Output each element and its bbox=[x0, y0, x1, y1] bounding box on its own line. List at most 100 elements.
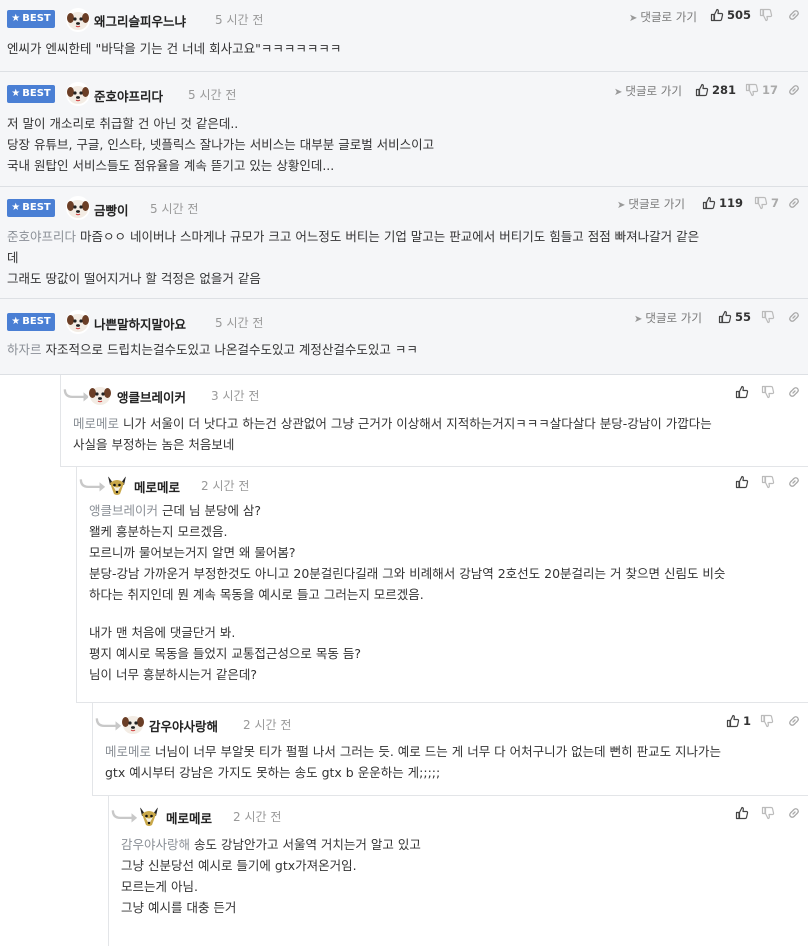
avatar[interactable] bbox=[66, 8, 90, 32]
upvote-count: 281 bbox=[712, 83, 737, 97]
avatar[interactable] bbox=[66, 310, 90, 334]
downvote-button[interactable] bbox=[759, 8, 773, 22]
downvote-button[interactable]: 7 bbox=[754, 196, 779, 210]
mentioned-user[interactable]: 앵클브레이커 bbox=[89, 503, 158, 518]
comment-line: 님이 너무 흥분하시는거 같은데? bbox=[89, 667, 258, 682]
upvote-button[interactable]: 119 bbox=[702, 196, 743, 210]
copy-link-button[interactable] bbox=[787, 385, 801, 399]
comment-time: 5 시간 전 bbox=[188, 88, 237, 102]
thumbs-up-icon bbox=[735, 806, 749, 820]
thumbs-up-icon bbox=[735, 475, 749, 489]
upvote-button[interactable] bbox=[735, 806, 749, 820]
comment-author[interactable]: 금빵이 bbox=[94, 200, 129, 219]
comment-line: gtx 예시부터 강남은 가지도 못하는 송도 gtx b 운운하는 게;;;;… bbox=[105, 765, 441, 780]
navigate-arrow-icon: ➤ bbox=[629, 13, 638, 24]
upvote-button[interactable]: 281 bbox=[695, 83, 736, 97]
comment-line: 앵클브레이커 근데 님 분당에 삼? bbox=[89, 503, 262, 518]
avatar[interactable] bbox=[66, 82, 90, 106]
go-to-reply-link[interactable]: ➤ 댓글로 가기 bbox=[614, 83, 682, 99]
comment-best-3: ★ BEST 금빵이 5 시간 전 ➤ 댓글로 가기 119 7 준호야프리다 마즘ㅇ… bbox=[0, 187, 808, 299]
upvote-button[interactable]: 505 bbox=[710, 8, 751, 22]
thumbs-up-icon bbox=[718, 310, 732, 324]
copy-link-button[interactable] bbox=[787, 8, 801, 22]
navigate-arrow-icon: ➤ bbox=[617, 200, 626, 211]
downvote-button[interactable] bbox=[760, 714, 774, 728]
star-icon: ★ bbox=[11, 13, 21, 24]
thumbs-down-icon bbox=[761, 385, 775, 399]
comment-author[interactable]: 나쁜말하지말아요 bbox=[94, 314, 186, 333]
go-to-reply-link[interactable]: ➤ 댓글로 가기 bbox=[617, 196, 685, 212]
downvote-button[interactable] bbox=[761, 310, 775, 324]
reply-arrow-icon bbox=[79, 477, 107, 493]
thumbs-down-icon bbox=[761, 806, 775, 820]
go-to-reply-link[interactable]: ➤ 댓글로 가기 bbox=[629, 9, 697, 25]
copy-link-button[interactable] bbox=[787, 806, 801, 820]
avatar[interactable] bbox=[66, 196, 90, 220]
reply-arrow-icon bbox=[111, 808, 139, 824]
downvote-button[interactable]: 17 bbox=[745, 83, 778, 97]
link-icon bbox=[787, 714, 801, 728]
mentioned-user[interactable]: 하자르 bbox=[7, 342, 42, 357]
comment-line: 메로메로 너님이 너무 부알못 티가 펄펄 나서 그러는 듯. 예로 드는 게 너… bbox=[105, 744, 722, 759]
mentioned-user[interactable]: 준호야프리다 bbox=[7, 229, 76, 244]
comment-time: 3 시간 전 bbox=[211, 389, 260, 403]
avatar[interactable] bbox=[137, 804, 161, 828]
downvote-count: 7 bbox=[771, 196, 780, 210]
avatar[interactable] bbox=[105, 473, 129, 497]
comment-author[interactable]: 메로메로 bbox=[134, 477, 180, 496]
go-to-reply-link[interactable]: ➤ 댓글로 가기 bbox=[634, 310, 702, 326]
comment-author[interactable]: 왜그리슬피우느냐 bbox=[94, 11, 186, 30]
upvote-button[interactable] bbox=[735, 475, 749, 489]
copy-link-button[interactable] bbox=[787, 196, 801, 210]
reply-comment-3: 감우야사랑해 2 시간 전 1 메로메로 너님이 너무 부알못 티가 펄펄 나서 … bbox=[92, 703, 808, 796]
comment-line: 저 말이 개소리로 취급할 건 아닌 것 같은데.. bbox=[7, 116, 239, 131]
best-badge: ★ BEST bbox=[7, 199, 55, 217]
upvote-count: 119 bbox=[719, 196, 744, 210]
comment-time: 5 시간 전 bbox=[215, 316, 264, 330]
thumbs-down-icon bbox=[761, 310, 775, 324]
comment-line: 그냥 예시를 대충 든거 bbox=[121, 900, 237, 915]
downvote-button[interactable] bbox=[761, 475, 775, 489]
comment-time: 2 시간 전 bbox=[243, 718, 292, 732]
link-icon bbox=[787, 8, 801, 22]
comment-line: 왤케 흥분하는지 모르겠음. bbox=[89, 524, 228, 539]
comment-author[interactable]: 앵클브레이커 bbox=[117, 387, 186, 406]
comment-author[interactable]: 메로메로 bbox=[166, 808, 212, 827]
mentioned-user[interactable]: 메로메로 bbox=[105, 744, 151, 759]
upvote-button[interactable] bbox=[735, 385, 749, 399]
downvote-button[interactable] bbox=[761, 385, 775, 399]
best-badge: ★ BEST bbox=[7, 10, 55, 28]
thumbs-up-icon bbox=[695, 83, 709, 97]
downvote-button[interactable] bbox=[761, 806, 775, 820]
comment-author[interactable]: 준호야프리다 bbox=[94, 86, 163, 105]
comment-body: 감우야사랑해 송도 강남안가고 서울역 거치는거 알고 있고 그냥 신분당선 예시… bbox=[121, 834, 798, 918]
avatar[interactable] bbox=[121, 712, 145, 736]
comment-line: 엔씨가 엔씨한테 "바닥을 기는 건 너네 회사고요"ㅋㅋㅋㅋㅋㅋㅋ bbox=[7, 41, 342, 56]
best-badge: ★ BEST bbox=[7, 313, 55, 331]
thumbs-up-icon bbox=[726, 714, 740, 728]
navigate-arrow-icon: ➤ bbox=[634, 314, 643, 325]
thumbs-up-icon bbox=[735, 385, 749, 399]
copy-link-button[interactable] bbox=[787, 83, 801, 97]
link-icon bbox=[787, 385, 801, 399]
upvote-button[interactable]: 55 bbox=[718, 310, 751, 324]
navigate-arrow-icon: ➤ bbox=[614, 87, 623, 98]
thumbs-down-icon bbox=[754, 196, 768, 210]
star-icon: ★ bbox=[11, 88, 21, 99]
mentioned-user[interactable]: 감우야사랑해 bbox=[121, 837, 190, 852]
thumbs-down-icon bbox=[759, 8, 773, 22]
thumbs-down-icon bbox=[745, 83, 759, 97]
comment-time: 2 시간 전 bbox=[201, 479, 250, 493]
avatar[interactable] bbox=[88, 383, 112, 407]
reply-arrow-icon bbox=[63, 387, 91, 403]
copy-link-button[interactable] bbox=[787, 475, 801, 489]
mentioned-user[interactable]: 메로메로 bbox=[73, 416, 119, 431]
comment-best-4: ★ BEST 나쁜말하지말아요 5 시간 전 ➤ 댓글로 가기 55 하자르 자조적으… bbox=[0, 299, 808, 375]
comment-author[interactable]: 감우야사랑해 bbox=[149, 716, 218, 735]
copy-link-button[interactable] bbox=[787, 310, 801, 324]
copy-link-button[interactable] bbox=[787, 714, 801, 728]
reply-comment-2: 메로메로 2 시간 전 앵클브레이커 근데 님 분당에 삼? 왤케 흥분하는지 모… bbox=[76, 467, 808, 703]
upvote-button[interactable]: 1 bbox=[726, 714, 751, 728]
comment-body: 준호야프리다 마즘ㅇㅇ 네이버나 스마게나 규모가 크고 어느정도 버티는 기업 … bbox=[7, 226, 798, 289]
